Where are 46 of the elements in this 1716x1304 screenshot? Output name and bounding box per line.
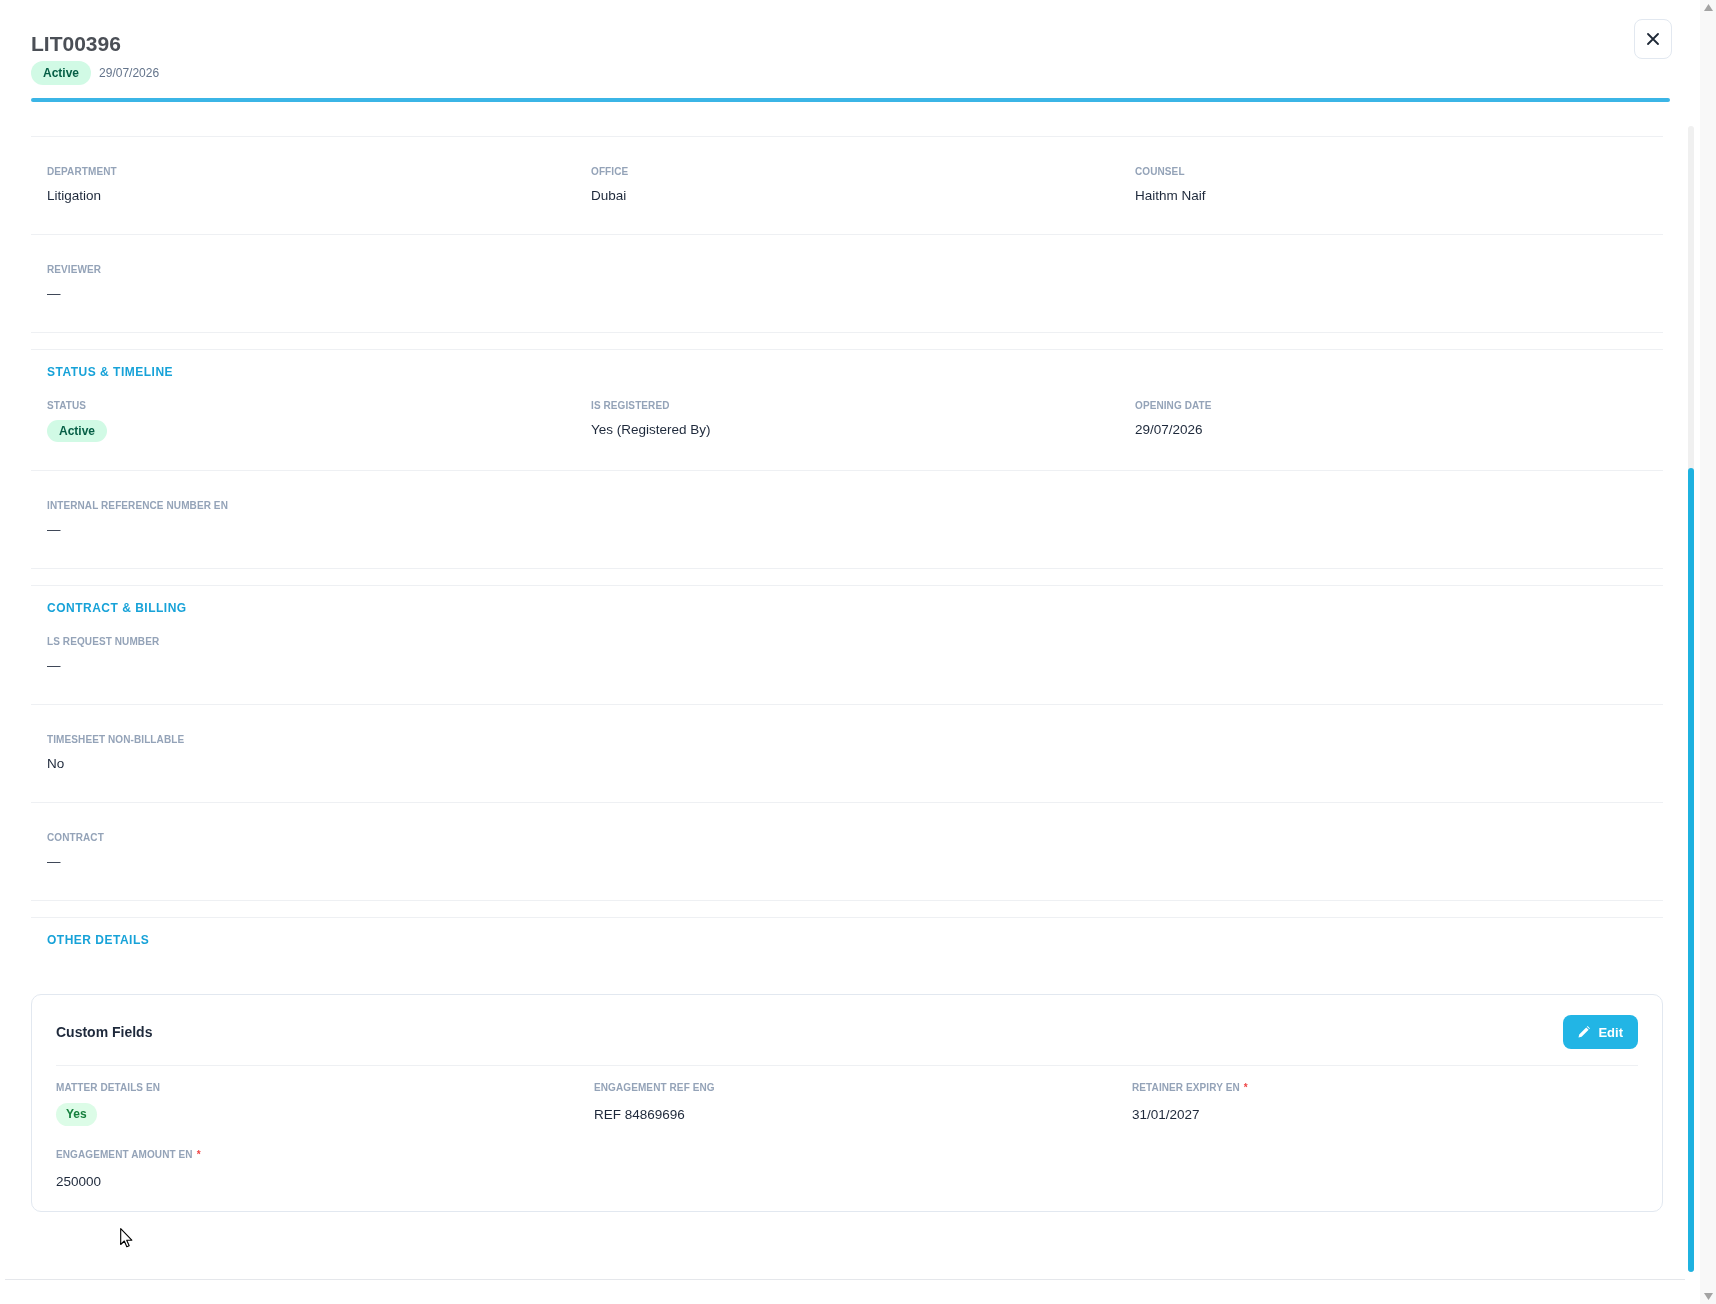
field-label: STATUS [47, 399, 87, 413]
field-label: OFFICE [591, 165, 629, 179]
status-badge: Active [31, 61, 92, 85]
card-title: Custom Fields [56, 1023, 153, 1042]
close-icon [1647, 33, 1659, 45]
field-value: Dubai [591, 187, 627, 205]
field-value: — [47, 853, 61, 871]
field-value: Litigation [47, 187, 102, 205]
field-value: 29/07/2026 [1135, 421, 1203, 439]
field-value: Haithm Naif [1135, 187, 1206, 205]
status-badge: Active [47, 420, 108, 442]
field-label: ENGAGEMENT AMOUNT EN * [56, 1148, 201, 1162]
field-value: — [47, 285, 61, 303]
field-label: TIMESHEET NON-BILLABLE [47, 733, 185, 747]
close-button[interactable] [1634, 19, 1672, 59]
record-date: 29/07/2026 [99, 65, 160, 81]
field-label: REVIEWER [47, 263, 102, 277]
field-value: 250000 [56, 1173, 102, 1191]
field-label: DEPARTMENT [47, 165, 117, 179]
scrollbar-track[interactable] [1688, 126, 1694, 1272]
field-value: — [47, 657, 61, 675]
mouse-pointer-icon [120, 1228, 133, 1248]
field-label: CONTRACT [47, 831, 104, 845]
field-value: Yes (Registered By) [591, 421, 711, 439]
field-label: RETAINER EXPIRY EN * [1132, 1081, 1248, 1095]
field-value: — [47, 521, 61, 539]
record-title: LIT00396 [31, 31, 122, 57]
field-value: 31/01/2027 [1132, 1106, 1200, 1124]
field-label: INTERNAL REFERENCE NUMBER EN [47, 499, 228, 513]
section-title: CONTRACT & BILLING [46, 600, 188, 617]
section-title: OTHER DETAILS [46, 932, 151, 949]
field-label: LS REQUEST NUMBER [47, 635, 160, 649]
field-label: IS REGISTERED [591, 399, 670, 413]
edit-button[interactable]: Edit [1563, 1015, 1638, 1049]
field-label: MATTER DETAILS EN [56, 1081, 161, 1095]
value-badge: Yes [56, 1103, 97, 1126]
section-title: STATUS & TIMELINE [46, 364, 175, 381]
field-value: REF 84869696 [594, 1106, 685, 1124]
pencil-icon [1578, 1026, 1591, 1038]
scroll-up-arrow-icon[interactable] [1703, 4, 1713, 11]
field-label: COUNSEL [1135, 165, 1185, 179]
field-value: No [47, 755, 65, 773]
field-label: OPENING DATE [1135, 399, 1212, 413]
field-label: ENGAGEMENT REF ENG [594, 1081, 715, 1095]
scrollbar-thumb[interactable] [1688, 468, 1694, 1272]
scroll-down-arrow-icon[interactable] [1703, 1293, 1713, 1300]
